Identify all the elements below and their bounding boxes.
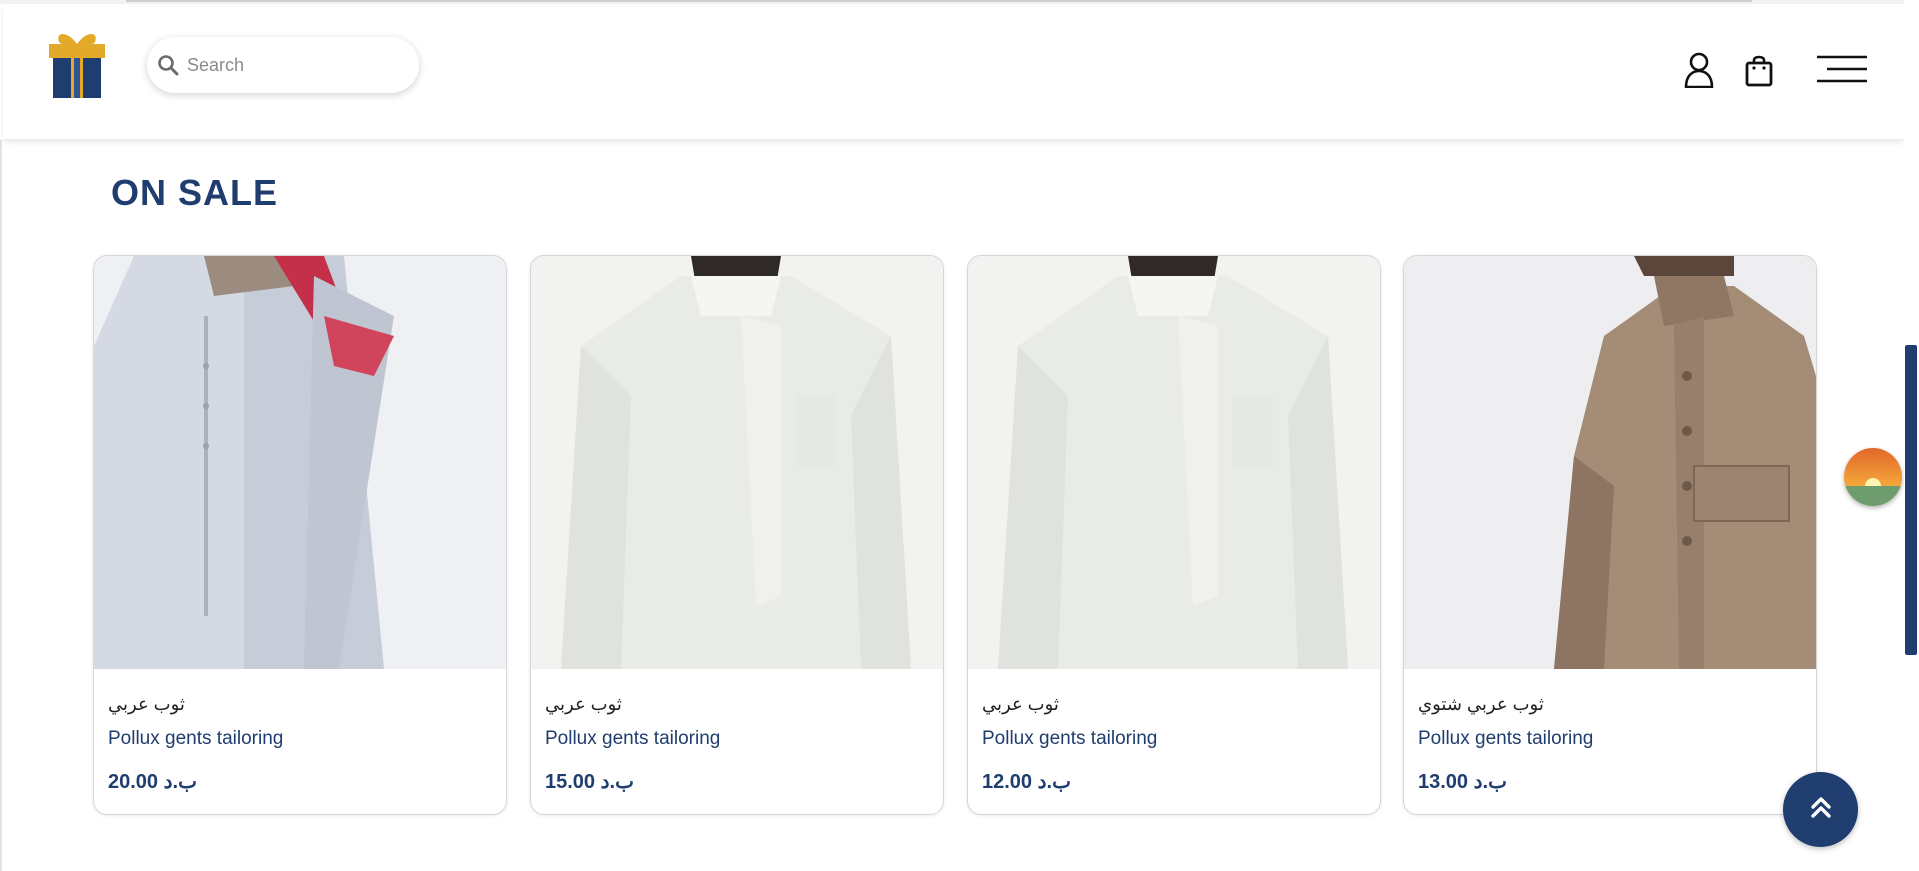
hamburger-menu-icon[interactable] bbox=[1815, 52, 1869, 86]
product-name-arabic: ثوب عربي bbox=[982, 694, 1059, 714]
search-bar[interactable] bbox=[147, 37, 419, 93]
search-icon bbox=[157, 54, 179, 76]
chevrons-up-icon bbox=[1808, 794, 1834, 825]
gift-box-logo[interactable] bbox=[45, 26, 109, 98]
product-name-arabic: ثوب عربي شتوي bbox=[1418, 694, 1544, 714]
product-price: 20.00 ب.د bbox=[108, 771, 197, 793]
product-image[interactable] bbox=[531, 256, 943, 669]
scrollbar-thumb[interactable] bbox=[1905, 345, 1917, 655]
left-rule bbox=[0, 140, 2, 871]
product-brand: Pollux gents tailoring bbox=[1418, 728, 1594, 749]
section-title: ON SALE bbox=[111, 172, 279, 213]
product-brand: Pollux gents tailoring bbox=[108, 728, 284, 749]
scroll-to-top-button[interactable] bbox=[1783, 772, 1858, 847]
sunset-icon[interactable] bbox=[1844, 448, 1902, 506]
product-price: 13.00 ب.د bbox=[1418, 771, 1507, 793]
product-card[interactable]: ثوب عربي Pollux gents tailoring 12.00 ب.… bbox=[967, 255, 1381, 815]
product-name-arabic: ثوب عربي bbox=[545, 694, 622, 714]
search-input[interactable] bbox=[187, 54, 387, 76]
product-card[interactable]: ثوب عربي Pollux gents tailoring 20.00 ب.… bbox=[93, 255, 507, 815]
product-brand: Pollux gents tailoring bbox=[545, 728, 721, 749]
product-card[interactable]: ثوب عربي Pollux gents tailoring 15.00 ب.… bbox=[530, 255, 944, 815]
product-price: 12.00 ب.د bbox=[982, 771, 1071, 793]
product-brand: Pollux gents tailoring bbox=[982, 728, 1158, 749]
user-icon[interactable] bbox=[1681, 50, 1717, 90]
product-image[interactable] bbox=[94, 256, 506, 669]
product-image[interactable] bbox=[1404, 256, 1816, 669]
product-image[interactable] bbox=[968, 256, 1380, 669]
product-card[interactable]: ثوب عربي شتوي Pollux gents tailoring 13.… bbox=[1403, 255, 1817, 815]
site-header bbox=[3, 4, 1904, 140]
product-price: 15.00 ب.د bbox=[545, 771, 634, 793]
shopping-bag-icon[interactable] bbox=[1741, 50, 1777, 90]
top-divider bbox=[126, 0, 1752, 2]
product-name-arabic: ثوب عربي bbox=[108, 694, 185, 714]
